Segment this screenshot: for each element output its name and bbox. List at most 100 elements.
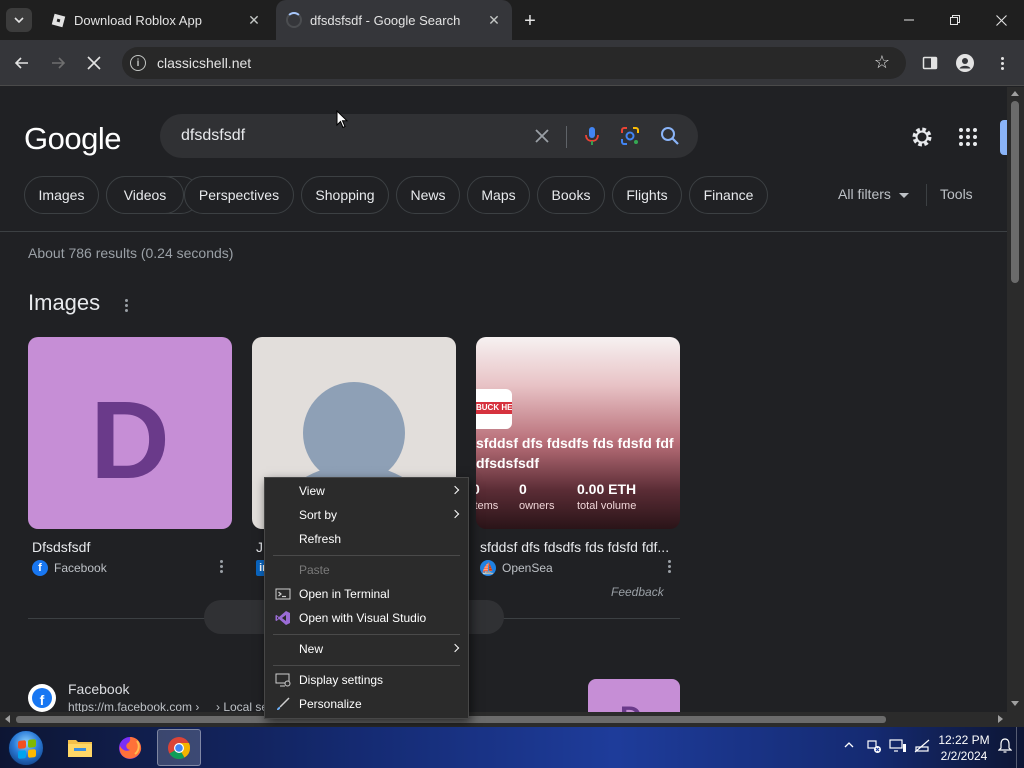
mouse-cursor-icon: [336, 110, 348, 129]
menu-item-open-with-visual-studio[interactable]: Open with Visual Studio: [265, 606, 468, 630]
image-caption-3[interactable]: sfddsf dfs fdsdfs fds fdsfd fdf...: [480, 539, 674, 555]
search-input[interactable]: dfsdsfsdf: [181, 127, 245, 145]
chip-images[interactable]: Images: [24, 176, 99, 214]
search-box[interactable]: dfsdsfsdf: [160, 114, 698, 158]
menu-item-view[interactable]: View: [265, 479, 468, 503]
visual-studio-icon: [275, 611, 290, 625]
taskbar-chrome[interactable]: [157, 729, 201, 766]
source-label: Facebook: [54, 561, 107, 575]
caret-down-icon: [898, 192, 909, 198]
menu-item-refresh[interactable]: Refresh: [265, 527, 468, 551]
show-desktop-button[interactable]: [1016, 727, 1024, 768]
new-tab-button[interactable]: +: [518, 9, 542, 33]
tools-button[interactable]: Tools: [940, 186, 973, 202]
search-icon[interactable]: [658, 124, 682, 148]
chip-videos[interactable]: Videos: [106, 176, 184, 214]
profile-button[interactable]: [955, 53, 975, 73]
scroll-up-icon[interactable]: [1011, 91, 1019, 96]
clear-search-icon[interactable]: [530, 124, 554, 148]
menu-item-new[interactable]: New: [265, 637, 468, 661]
tab-google-search[interactable]: dfsdsfsdf - Google Search ✕: [276, 0, 512, 40]
stop-loading-button[interactable]: [80, 49, 108, 77]
chip-books[interactable]: Books: [537, 176, 605, 214]
google-lens-icon[interactable]: [618, 124, 642, 148]
chevron-down-icon: [14, 17, 24, 24]
google-apps-icon[interactable]: [956, 125, 980, 149]
menu-item-open-in-terminal[interactable]: Open in Terminal: [265, 582, 468, 606]
scroll-right-icon[interactable]: [998, 715, 1003, 723]
all-filters-button[interactable]: All filters: [838, 186, 909, 202]
image-caption-2[interactable]: J: [256, 539, 263, 555]
tab-close-icon[interactable]: ✕: [244, 10, 264, 30]
minimize-button[interactable]: [886, 0, 932, 40]
filters-divider: [926, 184, 927, 206]
forward-button[interactable]: [44, 49, 72, 77]
chevron-right-icon: [450, 485, 460, 495]
tray-network-disconnected-icon[interactable]: [913, 738, 931, 757]
result-site-name[interactable]: Facebook: [68, 681, 129, 697]
arrow-left-icon: [14, 57, 28, 69]
taskbar-clock[interactable]: 12:22 PM 2/2/2024: [936, 732, 992, 764]
firefox-icon: [119, 736, 142, 759]
account-indicator[interactable]: [1000, 120, 1007, 155]
start-button[interactable]: [8, 730, 44, 766]
chip-maps[interactable]: Maps: [467, 176, 530, 214]
thumb-letter: D: [90, 379, 170, 502]
chip-flights[interactable]: Flights: [612, 176, 682, 214]
chip-news[interactable]: News: [396, 176, 460, 214]
horizontal-scrollbar[interactable]: [0, 712, 1007, 727]
image-source-3[interactable]: ⛵ OpenSea: [480, 560, 553, 576]
image-thumbnail-1[interactable]: D: [28, 337, 232, 529]
scroll-thumb[interactable]: [1011, 101, 1019, 283]
roblox-icon: [50, 12, 66, 28]
taskbar-firefox[interactable]: [108, 729, 152, 766]
taskbar-file-explorer[interactable]: [58, 729, 102, 766]
voice-search-icon[interactable]: [580, 124, 604, 148]
tab-close-icon[interactable]: ✕: [484, 10, 504, 30]
windows-logo-icon: [18, 739, 36, 759]
result-url[interactable]: https://m.facebook.com ›: [68, 700, 199, 712]
back-button[interactable]: [8, 49, 36, 77]
window-close-button[interactable]: [978, 0, 1024, 40]
image-source-1[interactable]: f Facebook: [32, 560, 107, 576]
feedback-link[interactable]: Feedback: [611, 585, 664, 599]
tray-display-icon[interactable]: [889, 738, 907, 757]
more-vert-icon[interactable]: [219, 560, 223, 573]
source-label: OpenSea: [502, 561, 553, 575]
google-logo[interactable]: Google: [24, 121, 121, 157]
image-thumbnail-3[interactable]: BUCK HER sfddsf dfs fdsdfs fds fdsfd fdf…: [476, 337, 680, 529]
arrow-right-icon: [52, 57, 66, 69]
clock-time: 12:22 PM: [938, 733, 990, 747]
result-url-tail[interactable]: › Local se: [216, 700, 268, 712]
terminal-icon: [275, 588, 291, 600]
settings-gear-icon[interactable]: [910, 125, 934, 149]
chip-shopping[interactable]: Shopping: [301, 176, 389, 214]
banner-text: BUCK HER: [476, 402, 512, 414]
tab-roblox[interactable]: Download Roblox App ✕: [40, 0, 272, 40]
thumb-letter: D: [620, 701, 642, 712]
notifications-bell-icon[interactable]: [997, 738, 1013, 757]
menu-item-display-settings[interactable]: Display settings: [265, 668, 468, 692]
show-hidden-icons-button[interactable]: [844, 738, 854, 752]
bookmark-star-icon[interactable]: ☆: [874, 52, 890, 73]
restore-button[interactable]: [932, 0, 978, 40]
more-vert-icon[interactable]: [124, 299, 128, 312]
vertical-scrollbar[interactable]: [1007, 87, 1024, 712]
menu-item-personalize[interactable]: Personalize: [265, 692, 468, 716]
facebook-icon: f: [32, 560, 48, 576]
chip-perspectives[interactable]: Perspectives: [184, 176, 294, 214]
scroll-down-icon[interactable]: [1011, 701, 1019, 706]
tab-search-button[interactable]: [6, 8, 32, 32]
menu-item-sort-by[interactable]: Sort by: [265, 503, 468, 527]
tray-network-status-icon[interactable]: [866, 738, 882, 757]
address-bar[interactable]: i classicshell.net ☆: [122, 47, 906, 79]
more-vert-icon[interactable]: [667, 560, 671, 573]
browser-menu-button[interactable]: [992, 53, 1012, 73]
scroll-left-icon[interactable]: [5, 715, 10, 723]
side-panel-button[interactable]: [920, 53, 940, 73]
image-caption-1[interactable]: Dfsdsfsdf: [32, 539, 90, 555]
result-thumbnail[interactable]: D: [588, 679, 680, 712]
url-text[interactable]: classicshell.net: [157, 55, 251, 71]
chip-finance[interactable]: Finance: [689, 176, 768, 214]
site-info-icon[interactable]: i: [130, 55, 146, 71]
